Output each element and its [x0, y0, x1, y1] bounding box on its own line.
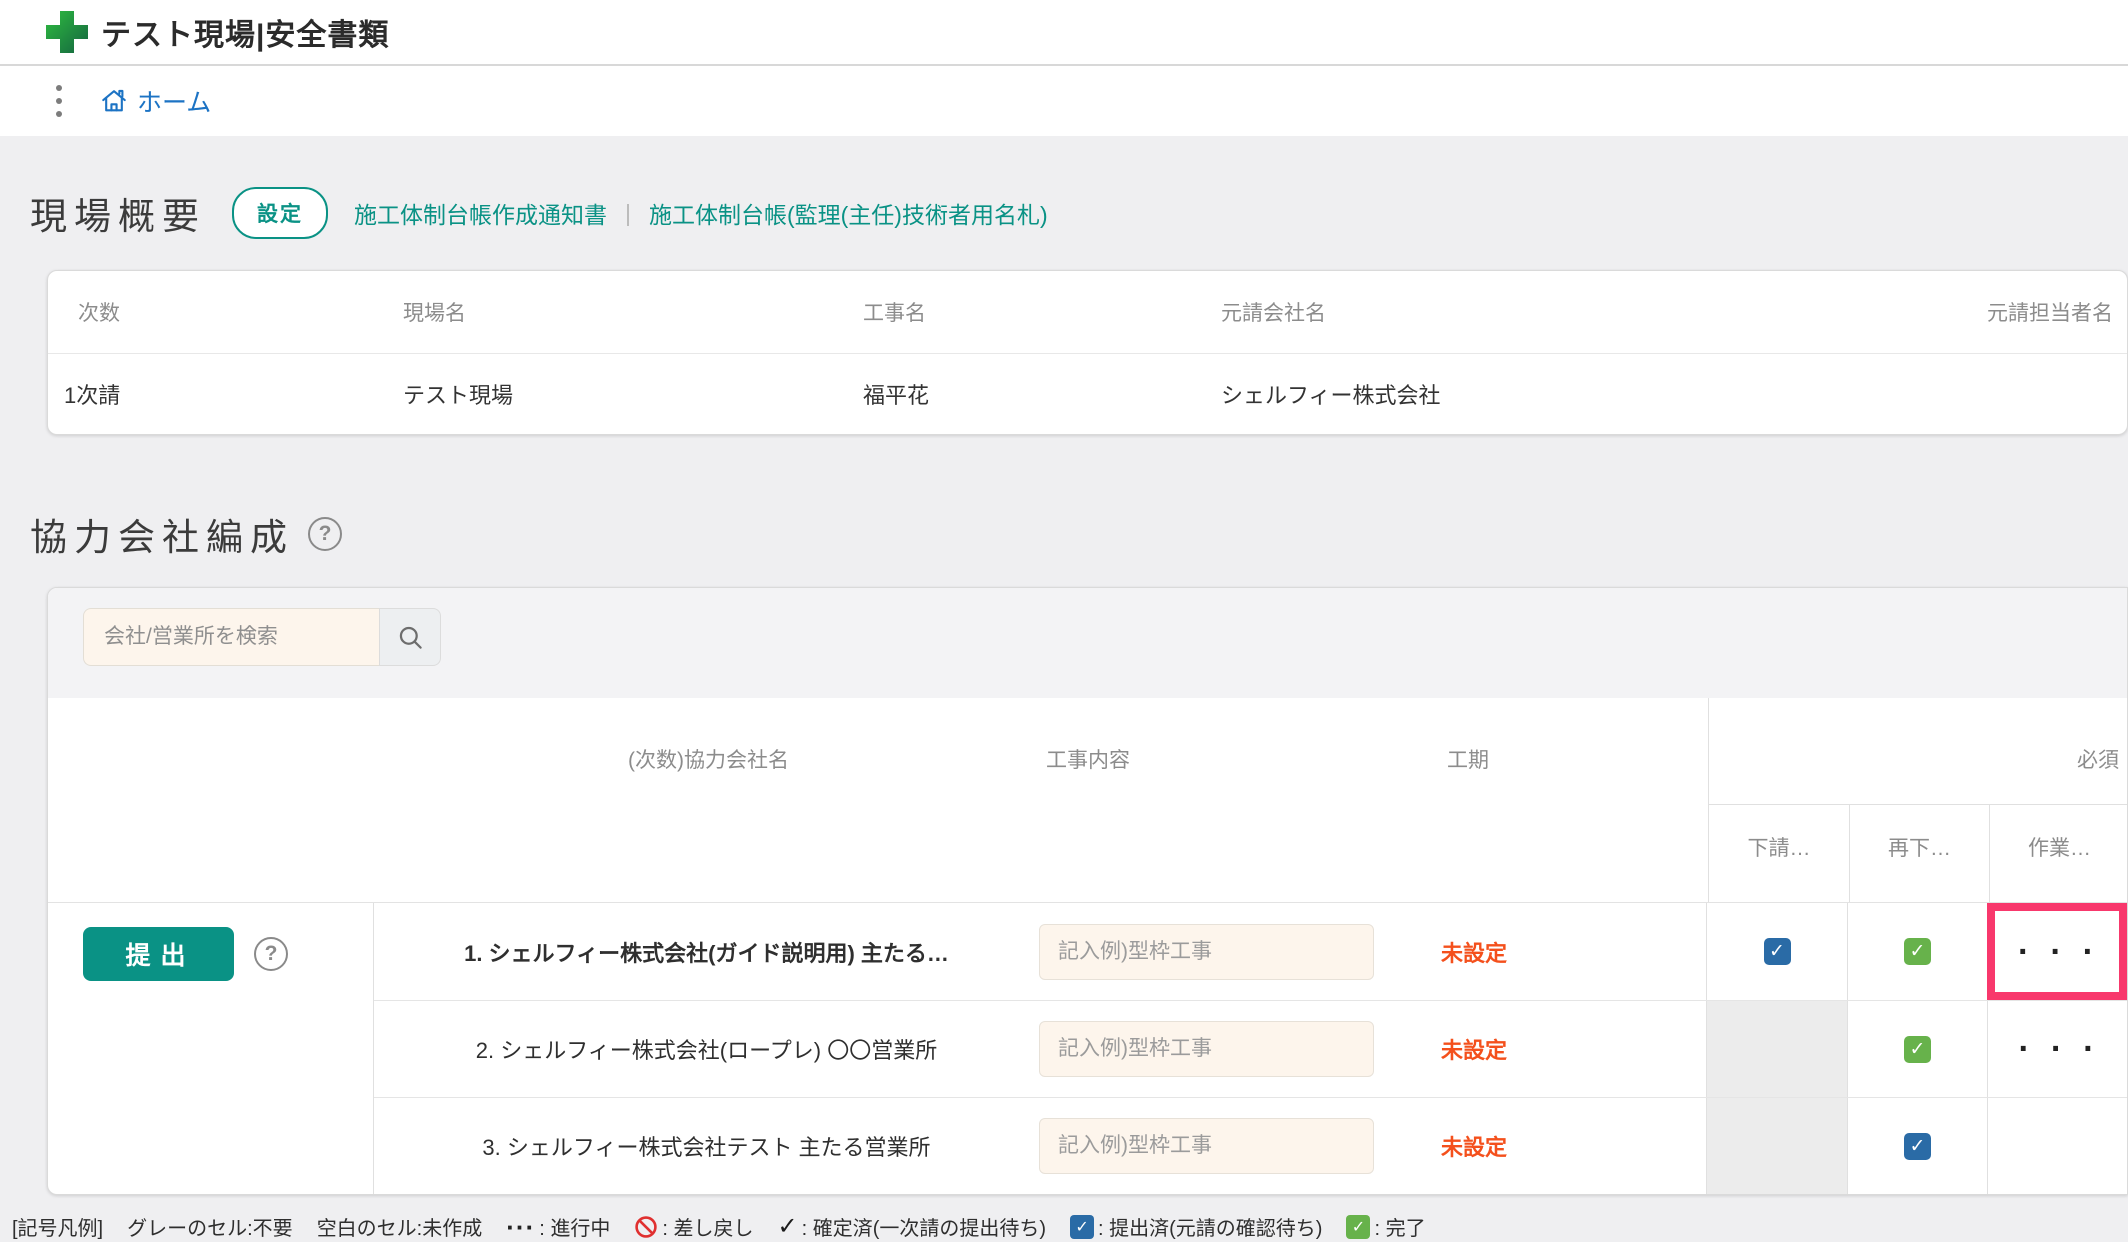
partner-company-name: 3. シェルフィー株式会社テスト 主たる営業所: [374, 1130, 1039, 1162]
partner-company-name: 2. シェルフィー株式会社(ロープレ) 〇〇営業所: [374, 1033, 1039, 1065]
submit-action-cell: 提出 ?: [48, 903, 374, 1194]
company-search-input[interactable]: [83, 608, 379, 666]
period-status[interactable]: 未設定: [1441, 1135, 1507, 1160]
help-icon[interactable]: ?: [308, 517, 342, 551]
doc-cell-sagyou-highlighted[interactable]: [1987, 903, 2127, 1000]
partner-title: 協力会社編成: [30, 507, 294, 561]
partner-table-body: 提出 ? 1. シェルフィー株式会社(ガイド説明用) 主たる… 未設定 2. シ…: [48, 902, 2127, 1194]
symbol-legend: [記号凡例] グレーのセル:不要 空白のセル:未作成 ··· : 進行中 : 差…: [12, 1212, 2128, 1241]
partner-heading-row: 協力会社編成 ?: [30, 507, 2128, 561]
col-motouke-person: 元請担当者名: [1987, 297, 2113, 327]
link-taicho-notice[interactable]: 施工体制台帳作成通知書: [354, 196, 607, 230]
breadcrumb-bar: ホーム: [0, 66, 2128, 136]
doc-cell-shitauke[interactable]: [1706, 1001, 1847, 1097]
submit-help-icon[interactable]: ?: [254, 937, 288, 971]
search-icon: [397, 624, 424, 651]
partner-row-1: 1. シェルフィー株式会社(ガイド説明用) 主たる… 未設定: [374, 903, 2127, 1000]
doc-cell-saishitauke[interactable]: [1847, 1001, 1987, 1097]
col-period: 工期: [1368, 744, 1568, 774]
home-label: ホーム: [137, 83, 211, 119]
site-overview-table-header: 次数 現場名 工事名 元請会社名 元請担当者名: [48, 271, 2127, 354]
work-content-input[interactable]: [1039, 1118, 1374, 1174]
col-partner-company: (次数)協力会社名: [376, 744, 1041, 774]
legend-submitted: : 提出済(元請の確認待ち): [1098, 1212, 1322, 1241]
blue-check-icon: ✓: [1070, 1215, 1094, 1239]
doc-cell-sagyou[interactable]: [1987, 1098, 2127, 1194]
partner-table-header: (次数)協力会社名 工事内容 工期 必須 下請… 再下… 作業…: [48, 698, 2127, 902]
site-overview-table: 次数 現場名 工事名 元請会社名 元請担当者名 1次請 テスト現場 福平花 シェ…: [47, 270, 2128, 435]
legend-gray-cell: グレーのセル:不要: [127, 1212, 293, 1241]
partner-row-3: 3. シェルフィー株式会社テスト 主たる営業所 未設定: [374, 1097, 2127, 1194]
legend-blank-cell: 空白のセル:未作成: [317, 1212, 483, 1241]
partner-company-name: 1. シェルフィー株式会社(ガイド説明用) 主たる…: [374, 936, 1039, 968]
legend-confirmed: : 確定済(一次請の提出待ち): [802, 1212, 1046, 1241]
col-jisuu: 次数: [78, 297, 120, 327]
doc-cell-saishitauke[interactable]: [1847, 903, 1987, 1000]
partner-table: (次数)協力会社名 工事内容 工期 必須 下請… 再下… 作業… 提出 ? 1.…: [47, 587, 2128, 1195]
app-header: テスト現場|安全書類: [0, 0, 2128, 66]
green-check-icon: ✓: [1346, 1215, 1370, 1239]
work-content-input[interactable]: [1039, 924, 1374, 980]
submit-button[interactable]: 提出: [83, 927, 234, 981]
search-button[interactable]: [379, 608, 441, 666]
cell-jisuu: 1次請: [64, 378, 120, 410]
legend-returned: : 差し戻し: [662, 1212, 753, 1241]
legend-prefix: [記号凡例]: [12, 1212, 103, 1241]
period-status[interactable]: 未設定: [1441, 1038, 1507, 1063]
legend-in-progress: : 進行中: [539, 1212, 610, 1241]
cell-motouke-company: シェルフィー株式会社: [1221, 378, 1441, 410]
settings-button[interactable]: 設定: [232, 187, 328, 239]
col-sagyou: 作業…: [1990, 832, 2128, 862]
col-shitauke: 下請…: [1709, 832, 1849, 862]
cell-genba-name: テスト現場: [403, 378, 513, 410]
work-content-input[interactable]: [1039, 1021, 1374, 1077]
col-work-content: 工事内容: [968, 744, 1208, 774]
link-separator: |: [625, 200, 631, 227]
col-required-group: 必須: [2077, 744, 2119, 774]
doc-cell-shitauke[interactable]: [1706, 1098, 1847, 1194]
site-overview-title: 現場概要: [30, 186, 206, 240]
partner-search-band: [48, 588, 2127, 698]
site-overview-table-row: 1次請 テスト現場 福平花 シェルフィー株式会社: [48, 354, 2127, 434]
prohibition-icon: [634, 1215, 658, 1239]
doc-cell-shitauke[interactable]: [1706, 903, 1847, 1000]
col-genba-name: 現場名: [403, 297, 466, 327]
home-link[interactable]: ホーム: [100, 83, 211, 119]
link-taicho-nameplate[interactable]: 施工体制台帳(監理(主任)技術者用名札): [649, 196, 1048, 230]
col-saishitauke: 再下…: [1850, 832, 1989, 862]
doc-cell-saishitauke[interactable]: [1847, 1098, 1987, 1194]
home-icon: [100, 87, 128, 115]
period-status[interactable]: 未設定: [1441, 941, 1507, 966]
legend-done: : 完了: [1374, 1212, 1425, 1241]
kebab-menu-icon[interactable]: [56, 85, 62, 117]
greenfile-cross-logo: [45, 10, 89, 54]
black-check-icon: ✓: [777, 1212, 797, 1241]
site-overview-heading-row: 現場概要 設定 施工体制台帳作成通知書 | 施工体制台帳(監理(主任)技術者用名…: [30, 186, 2128, 240]
page-title: テスト現場|安全書類: [101, 10, 389, 54]
cell-kouji-name: 福平花: [863, 378, 929, 410]
col-kouji-name: 工事名: [863, 297, 926, 327]
dots-icon: ···: [506, 1222, 535, 1232]
header-divider: [1708, 804, 2127, 805]
doc-cell-sagyou[interactable]: [1987, 1001, 2127, 1097]
partner-row-2: 2. シェルフィー株式会社(ロープレ) 〇〇営業所 未設定: [374, 1000, 2127, 1097]
col-motouke-company: 元請会社名: [1221, 297, 1326, 327]
